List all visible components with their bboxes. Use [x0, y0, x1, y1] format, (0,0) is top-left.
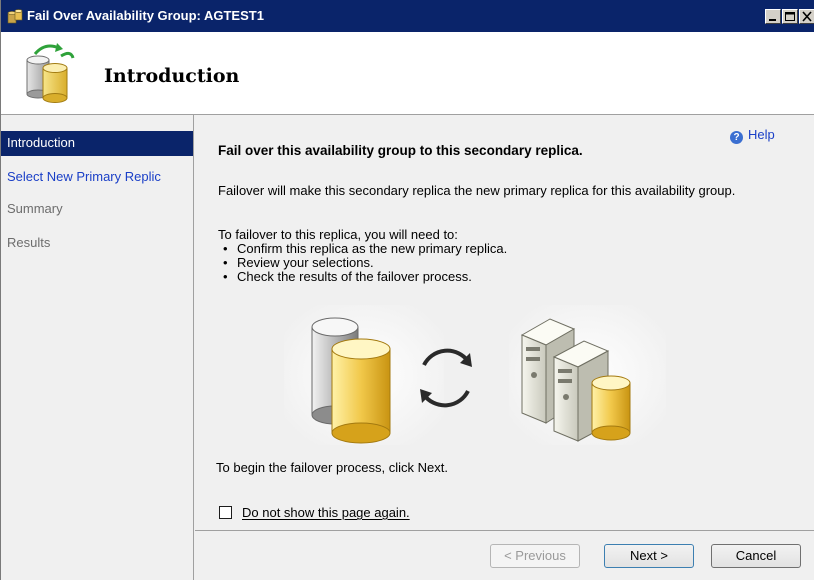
do-not-show-label[interactable]: Do not show this page again.: [242, 505, 410, 520]
steps-list: Confirm this replica as the new primary …: [223, 242, 507, 284]
close-icon: [802, 11, 812, 22]
wizard-header: Introduction: [1, 32, 814, 115]
minimize-icon: [769, 19, 776, 21]
database-icon: [7, 9, 23, 24]
content-intro: To failover to this replica, you will ne…: [218, 227, 458, 242]
failover-illustration: [284, 305, 666, 445]
wizard-nav: Introduction Select New Primary Replic S…: [1, 115, 194, 580]
minimize-button[interactable]: [765, 9, 781, 24]
list-item: Review your selections.: [223, 256, 507, 270]
help-label: Help: [748, 127, 775, 142]
database-failover-icon: [26, 43, 75, 103]
wizard-content: ? Help Fail over this availability group …: [201, 115, 814, 520]
maximize-button[interactable]: [782, 9, 798, 24]
nav-item-introduction[interactable]: Introduction: [1, 131, 193, 156]
nav-item-results: Results: [7, 235, 51, 250]
next-button[interactable]: Next >: [604, 544, 694, 568]
do-not-show-option[interactable]: Do not show this page again.: [219, 505, 410, 520]
content-description: Failover will make this secondary replic…: [218, 183, 736, 198]
nav-item-summary: Summary: [7, 201, 63, 216]
previous-button[interactable]: < Previous: [490, 544, 580, 568]
title-bar[interactable]: Fail Over Availability Group: AGTEST1: [1, 0, 814, 32]
list-item: Check the results of the failover proces…: [223, 270, 507, 284]
content-heading: Fail over this availability group to thi…: [218, 143, 583, 158]
wizard-footer: < Previous Next > Cancel: [195, 530, 814, 580]
do-not-show-checkbox[interactable]: [219, 506, 232, 519]
nav-item-select-new-primary-replica[interactable]: Select New Primary Replic: [1, 165, 193, 190]
close-button[interactable]: [799, 9, 814, 24]
page-title: Introduction: [104, 65, 240, 87]
window-title: Fail Over Availability Group: AGTEST1: [27, 8, 264, 23]
help-link[interactable]: ? Help: [730, 127, 775, 144]
begin-instruction: To begin the failover process, click Nex…: [216, 460, 448, 475]
help-icon: ?: [730, 131, 743, 144]
maximize-icon: [785, 12, 795, 21]
failover-wizard-window: Fail Over Availability Group: AGTEST1 In…: [0, 0, 814, 580]
list-item: Confirm this replica as the new primary …: [223, 242, 507, 256]
cancel-button[interactable]: Cancel: [711, 544, 801, 568]
